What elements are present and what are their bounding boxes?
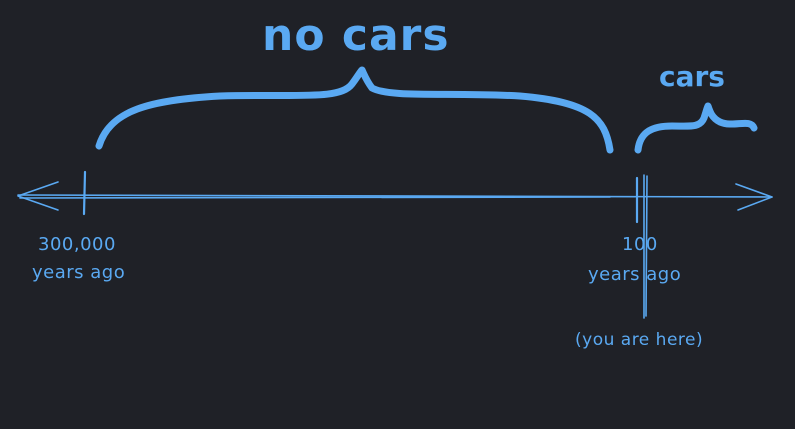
start-value-label: 300,000 <box>38 234 116 255</box>
no-cars-label: no cars <box>262 10 450 61</box>
timeline-line-double <box>19 196 611 199</box>
start-unit-label: years ago <box>32 262 125 283</box>
no-cars-brace <box>95 66 614 154</box>
end-value-label: 100 <box>622 234 658 255</box>
left-arrowhead <box>17 181 59 211</box>
tick-300000 <box>82 170 87 216</box>
cars-brace <box>634 102 758 154</box>
timeline-axis <box>17 181 773 211</box>
timeline-diagram: no cars cars 300,000 years ago 100 years… <box>17 10 773 350</box>
cars-label: cars <box>659 60 725 93</box>
you-are-here-label: (you are here) <box>575 330 703 350</box>
end-unit-label: years ago <box>588 264 681 285</box>
